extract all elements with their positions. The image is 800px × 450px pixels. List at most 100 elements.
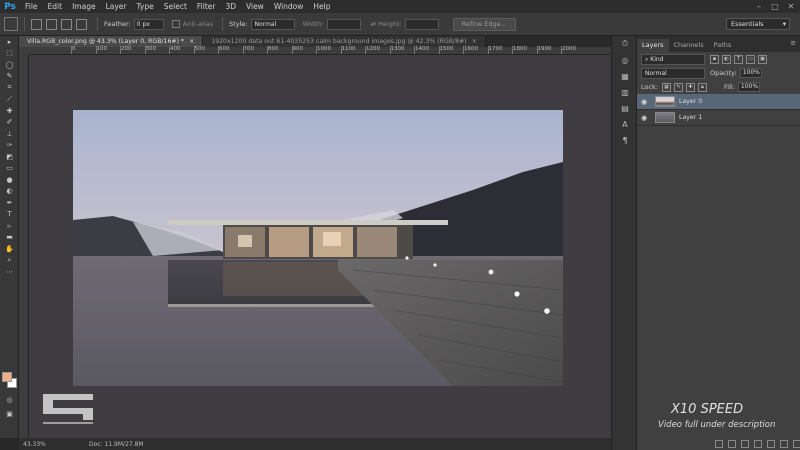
menu-filter[interactable]: Filter — [192, 0, 221, 13]
crop-tool-icon[interactable]: ⌗ — [0, 82, 19, 94]
menu-type[interactable]: Type — [132, 0, 159, 13]
marquee-tool-icon[interactable]: ⬚ — [0, 48, 19, 60]
layer-row[interactable]: ◉ Layer 1 — [637, 110, 800, 126]
quick-mask-icon[interactable]: ◎ — [0, 394, 19, 406]
close-tab-icon[interactable]: × — [189, 38, 194, 45]
adjustment-filter-icon[interactable]: ◐ — [722, 54, 731, 64]
shape-tool-icon[interactable]: ▬ — [0, 232, 19, 244]
menu-3d[interactable]: 3D — [220, 0, 241, 13]
menu-file[interactable]: File — [20, 0, 43, 13]
swap-icon[interactable]: ⇄ — [371, 20, 376, 28]
eye-icon[interactable]: ◉ — [637, 114, 651, 122]
add-mask-icon[interactable] — [741, 440, 749, 448]
status-bar: 43.33% Doc: 11.9M/27.8M — [19, 438, 611, 450]
lock-pixels-icon[interactable]: ✎ — [674, 82, 684, 92]
panel-icon-strip: ⏱ ◎ ▦ ▥ ▤ A ¶ — [611, 36, 637, 450]
stamp-tool-icon[interactable]: ⊥ — [0, 128, 19, 140]
vertical-ruler[interactable] — [19, 55, 29, 438]
ruler-corner[interactable] — [19, 47, 29, 55]
kind-filter-select[interactable]: ⌕ Kind — [641, 53, 705, 65]
move-tool-icon[interactable]: ▸ — [0, 36, 19, 48]
canvas-workspace[interactable] — [29, 55, 611, 438]
new-group-icon[interactable] — [767, 440, 775, 448]
close-tab-icon[interactable]: × — [472, 38, 477, 45]
lock-transparent-icon[interactable]: ▦ — [662, 82, 672, 92]
lock-position-icon[interactable]: ✚ — [686, 82, 696, 92]
new-selection-icon[interactable] — [31, 18, 42, 30]
blur-tool-icon[interactable]: ● — [0, 174, 19, 186]
menu-select[interactable]: Select — [159, 0, 192, 13]
paragraph-panel-icon[interactable]: ¶ — [612, 132, 638, 148]
type-tool-icon[interactable]: T — [0, 209, 19, 221]
close-icon[interactable]: ✕ — [786, 1, 796, 11]
eyedropper-tool-icon[interactable]: ⟋ — [0, 94, 19, 106]
shape-filter-icon[interactable]: ▭ — [746, 54, 755, 64]
smart-object-filter-icon[interactable]: ▣ — [758, 54, 767, 64]
menu-window[interactable]: Window — [269, 0, 309, 13]
intersect-selection-icon[interactable] — [76, 18, 87, 30]
brush-tool-icon[interactable]: ✐ — [0, 117, 19, 129]
antialias-checkbox[interactable] — [171, 20, 180, 28]
color-panel-icon[interactable]: ◎ — [612, 52, 638, 68]
pixel-filter-icon[interactable]: ▪ — [710, 54, 719, 64]
workspace-select[interactable]: Essentials — [726, 18, 790, 30]
lock-all-icon[interactable]: 🔒︎ — [698, 82, 708, 92]
adjustments-panel-icon[interactable]: ▥ — [612, 84, 638, 100]
tab-channels[interactable]: Channels — [669, 39, 709, 52]
options-bar: Feather: 0 px Anti-alias Style: Normal W… — [0, 13, 800, 36]
horizontal-ruler[interactable]: 0 100 200 300 400 500 600 700 800 900 1000 1100 1200… — [29, 46, 611, 55]
zoom-tool-icon[interactable]: ⌕ — [0, 255, 19, 267]
character-panel-icon[interactable]: A — [612, 116, 638, 132]
gradient-tool-icon[interactable]: ▭ — [0, 163, 19, 175]
eye-icon[interactable]: ◉ — [637, 98, 651, 106]
pen-tool-icon[interactable]: ✒ — [0, 197, 19, 209]
swatches-panel-icon[interactable]: ▦ — [612, 68, 638, 84]
layer-style-icon[interactable] — [728, 440, 736, 448]
menu-layer[interactable]: Layer — [101, 0, 132, 13]
marquee-tool-preset-icon[interactable] — [4, 17, 18, 31]
foreground-color-swatch[interactable] — [2, 372, 12, 382]
divider — [97, 17, 98, 31]
healing-tool-icon[interactable]: ✚ — [0, 105, 19, 117]
quick-select-tool-icon[interactable]: ✎ — [0, 71, 19, 83]
add-selection-icon[interactable] — [46, 18, 57, 30]
zoom-level[interactable]: 43.33% — [19, 441, 55, 448]
tab-paths[interactable]: Paths — [709, 39, 737, 52]
delete-layer-icon[interactable] — [793, 440, 800, 448]
dodge-tool-icon[interactable]: ◐ — [0, 186, 19, 198]
width-input[interactable] — [326, 18, 361, 30]
opacity-input[interactable]: 100% — [739, 68, 762, 78]
lock-row: Lock: ▦ ✎ ✚ 🔒︎ Fill: 100% — [637, 80, 800, 94]
link-layers-icon[interactable] — [715, 440, 723, 448]
lasso-tool-icon[interactable]: ◯ — [0, 59, 19, 71]
refine-edge-button[interactable]: Refine Edge... — [452, 17, 516, 31]
styles-panel-icon[interactable]: ▤ — [612, 100, 638, 116]
menu-image[interactable]: Image — [67, 0, 101, 13]
style-select[interactable]: Normal — [250, 18, 295, 30]
document-canvas[interactable] — [73, 110, 563, 386]
document-size[interactable]: Doc: 11.9M/27.8M — [55, 441, 144, 448]
feather-input[interactable]: 0 px — [133, 18, 164, 30]
panel-menu-icon[interactable]: ≡ — [790, 39, 796, 47]
more-tools-icon[interactable]: ⋯ — [0, 266, 19, 278]
eraser-tool-icon[interactable]: ◩ — [0, 151, 19, 163]
minimize-icon[interactable]: – — [754, 1, 764, 11]
new-adjustment-icon[interactable] — [754, 440, 762, 448]
menu-help[interactable]: Help — [308, 0, 335, 13]
screen-mode-icon[interactable]: ▣ — [0, 408, 19, 420]
path-select-tool-icon[interactable]: ▹ — [0, 220, 19, 232]
type-filter-icon[interactable]: T — [734, 54, 743, 64]
tab-layers[interactable]: Layers — [637, 39, 669, 52]
fill-input[interactable]: 100% — [737, 82, 760, 92]
new-layer-icon[interactable] — [780, 440, 788, 448]
layer-row[interactable]: ◉ Layer 0 — [637, 94, 800, 110]
history-panel-icon[interactable]: ⏱ — [612, 36, 638, 52]
hand-tool-icon[interactable]: ✋ — [0, 243, 19, 255]
menu-view[interactable]: View — [241, 0, 269, 13]
menu-edit[interactable]: Edit — [43, 0, 68, 13]
blend-mode-select[interactable]: Normal — [641, 67, 705, 79]
maximize-icon[interactable]: □ — [770, 1, 780, 11]
history-brush-tool-icon[interactable]: ✑ — [0, 140, 19, 152]
subtract-selection-icon[interactable] — [61, 18, 72, 30]
height-input[interactable] — [404, 18, 439, 30]
